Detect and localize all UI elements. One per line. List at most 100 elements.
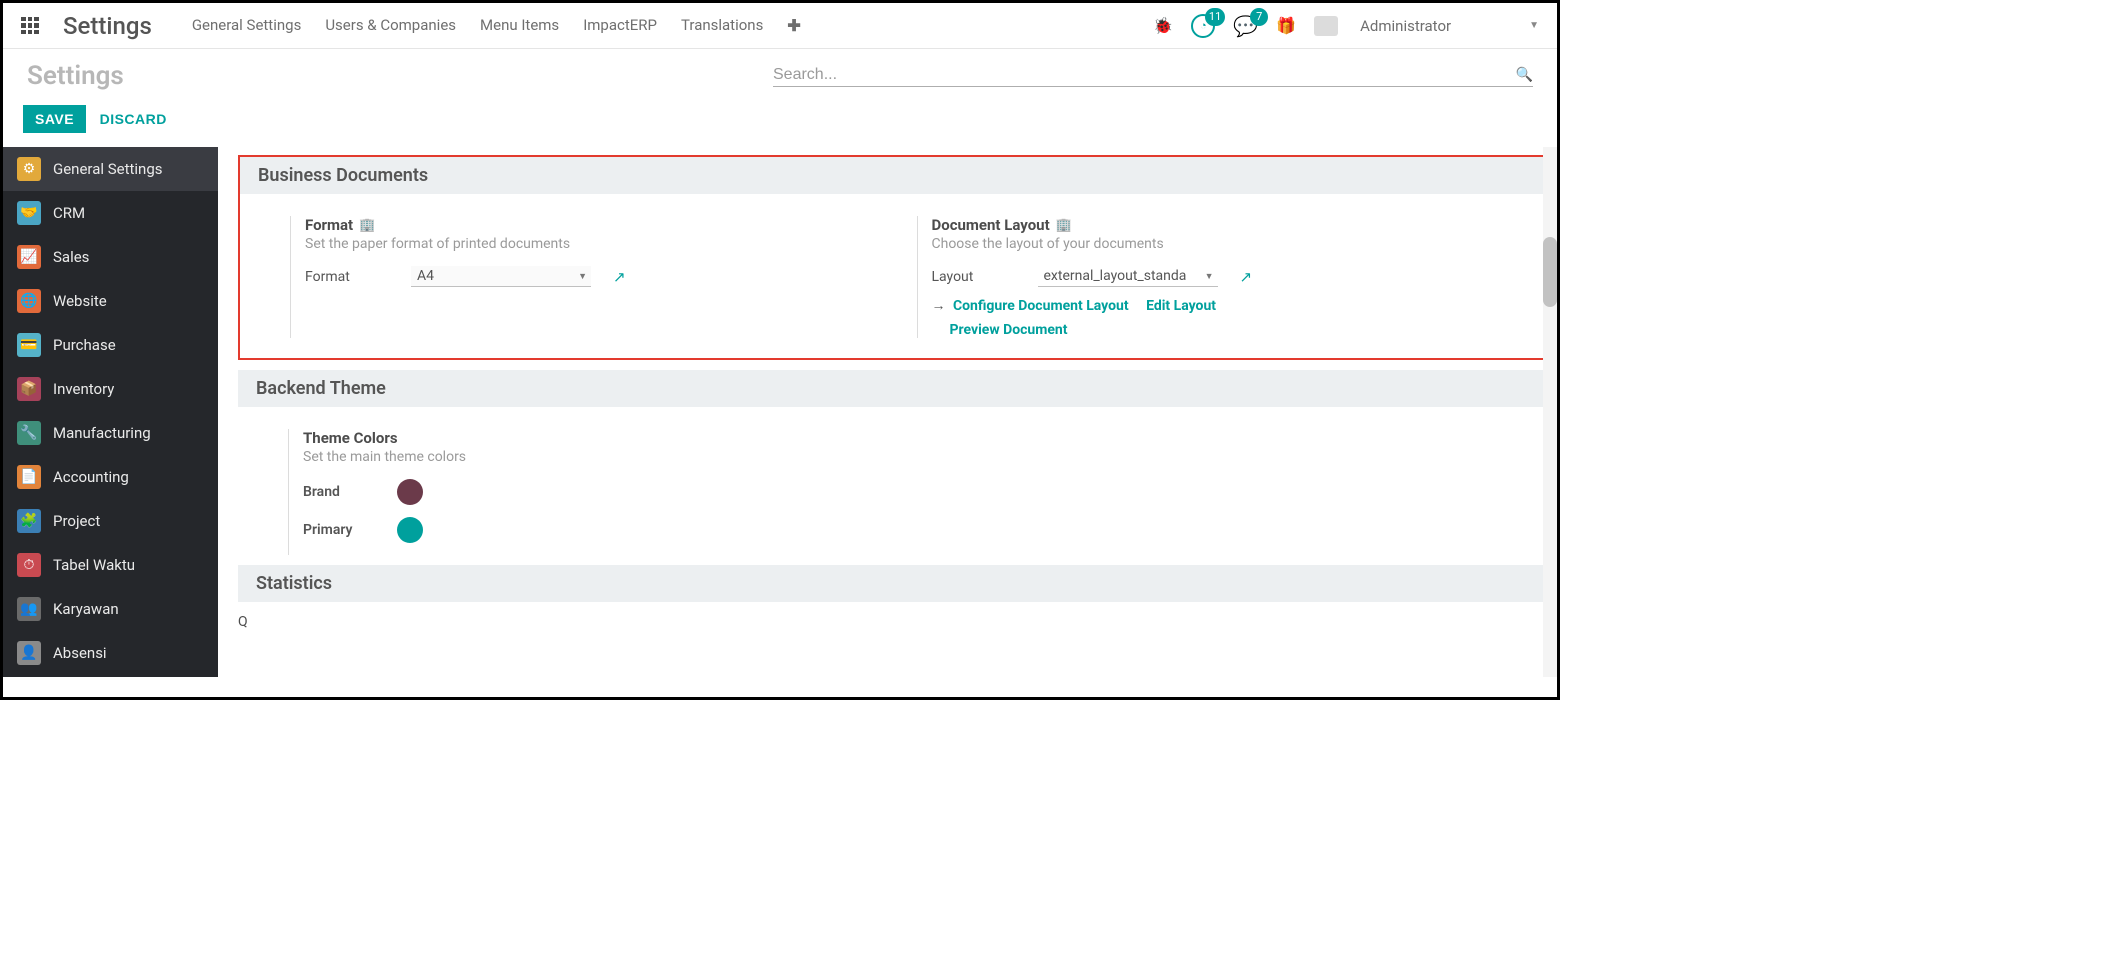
sidebar-item-label: CRM xyxy=(53,204,85,222)
sidebar: ⚙ General Settings 🤝 CRM 📈 Sales 🌐 Websi… xyxy=(3,147,218,677)
format-select[interactable]: A4 ▼ xyxy=(411,266,591,287)
section-header-backend-theme: Backend Theme xyxy=(238,370,1545,407)
primary-label: Primary xyxy=(303,522,383,538)
sidebar-item-purchase[interactable]: 💳 Purchase xyxy=(3,323,218,367)
avatar[interactable] xyxy=(1314,16,1338,36)
sidebar-item-label: Absensi xyxy=(53,644,107,662)
nav-menu: General Settings Users & Companies Menu … xyxy=(192,16,801,35)
sidebar-item-manufacturing[interactable]: 🔧 Manufacturing xyxy=(3,411,218,455)
top-navbar: Settings General Settings Users & Compan… xyxy=(3,3,1557,49)
content-scrollbar-track xyxy=(1543,147,1557,677)
sidebar-item-tabel-waktu[interactable]: ⏱ Tabel Waktu xyxy=(3,543,218,587)
sidebar-item-general-settings[interactable]: ⚙ General Settings xyxy=(3,147,218,191)
messages-icon[interactable]: 💬 7 xyxy=(1233,14,1258,38)
arrow-right-icon: → xyxy=(932,298,946,314)
page-title: Settings xyxy=(27,61,124,91)
nav-users-companies[interactable]: Users & Companies xyxy=(325,16,456,35)
stopwatch-icon: ⏱ xyxy=(17,553,41,577)
people-icon: 👥 xyxy=(17,597,41,621)
sidebar-item-crm[interactable]: 🤝 CRM xyxy=(3,191,218,235)
sidebar-item-website[interactable]: 🌐 Website xyxy=(3,279,218,323)
theme-colors-block: Theme Colors Set the main theme colors B… xyxy=(288,429,894,555)
sidebar-item-label: General Settings xyxy=(53,160,163,178)
building-icon: 🏢 xyxy=(359,218,375,233)
page-title-row: Settings 🔍 xyxy=(3,49,1557,91)
format-external-link-icon[interactable]: ↗ xyxy=(613,268,626,286)
layout-title: Document Layout xyxy=(932,216,1050,234)
discard-button[interactable]: DISCARD xyxy=(100,111,167,127)
section-header-business-documents: Business Documents xyxy=(240,157,1543,194)
top-icons: 🐞 ◔ 11 💬 7 🎁 Administrator ▼ xyxy=(1153,14,1539,38)
nav-add-icon[interactable]: ✚ xyxy=(787,16,800,35)
nav-translations[interactable]: Translations xyxy=(681,16,763,35)
nav-menu-items[interactable]: Menu Items xyxy=(480,16,559,35)
sidebar-item-label: Project xyxy=(53,512,100,530)
primary-color-dot[interactable] xyxy=(397,517,423,543)
sidebar-item-sales[interactable]: 📈 Sales xyxy=(3,235,218,279)
wrench-icon: 🔧 xyxy=(17,421,41,445)
action-row: SAVE DISCARD xyxy=(3,91,1557,147)
sidebar-item-label: Sales xyxy=(53,248,89,266)
business-documents-highlight: Business Documents Format 🏢 Set the pape… xyxy=(238,155,1545,360)
sidebar-item-project[interactable]: 🧩 Project xyxy=(3,499,218,543)
theme-colors-desc: Set the main theme colors xyxy=(303,449,894,465)
gift-icon[interactable]: 🎁 xyxy=(1276,16,1296,35)
building-icon: 🏢 xyxy=(1056,218,1072,233)
activity-icon[interactable]: ◔ 11 xyxy=(1191,14,1215,38)
sidebar-item-label: Manufacturing xyxy=(53,424,151,442)
bug-icon[interactable]: 🐞 xyxy=(1153,16,1173,35)
apps-launcher-icon[interactable] xyxy=(21,17,39,35)
layout-external-link-icon[interactable]: ↗ xyxy=(1240,268,1253,286)
layout-select[interactable]: external_layout_standa ▼ xyxy=(1038,266,1218,287)
sidebar-item-label: Tabel Waktu xyxy=(53,556,135,574)
format-block: Format 🏢 Set the paper format of printed… xyxy=(290,216,887,338)
chart-icon: 📈 xyxy=(17,245,41,269)
sidebar-item-accounting[interactable]: 📄 Accounting xyxy=(3,455,218,499)
search-icon[interactable]: 🔍 xyxy=(1516,67,1533,83)
edit-layout-link[interactable]: Edit Layout xyxy=(1146,298,1216,314)
sidebar-item-absensi[interactable]: 👤 Absensi xyxy=(3,631,218,675)
user-name[interactable]: Administrator xyxy=(1360,17,1451,35)
content-area: Business Documents Format 🏢 Set the pape… xyxy=(218,147,1557,677)
sidebar-item-karyawan[interactable]: 👥 Karyawan xyxy=(3,587,218,631)
layout-block: Document Layout 🏢 Choose the layout of y… xyxy=(917,216,1514,338)
messages-badge: 7 xyxy=(1250,8,1268,26)
nav-impacterp[interactable]: ImpactERP xyxy=(583,16,657,35)
search-input[interactable] xyxy=(773,66,1510,84)
format-label: Format xyxy=(305,269,395,285)
search-wrap: 🔍 xyxy=(773,66,1533,87)
format-title: Format xyxy=(305,216,353,234)
caret-down-icon: ▼ xyxy=(578,271,587,282)
layout-links: → Configure Document Layout Edit Layout … xyxy=(932,297,1514,338)
sidebar-item-label: Purchase xyxy=(53,336,116,354)
sidebar-item-label: Website xyxy=(53,292,107,310)
preview-document-link[interactable]: Preview Document xyxy=(950,322,1500,338)
brand-color-dot[interactable] xyxy=(397,479,423,505)
theme-colors-title: Theme Colors xyxy=(303,429,398,447)
save-button[interactable]: SAVE xyxy=(23,105,86,133)
box-icon: 📦 xyxy=(17,377,41,401)
card-icon: 💳 xyxy=(17,333,41,357)
document-icon: 📄 xyxy=(17,465,41,489)
app-title: Settings xyxy=(63,12,152,40)
configure-document-layout-link[interactable]: Configure Document Layout xyxy=(953,298,1129,314)
section-header-statistics: Statistics xyxy=(238,565,1545,602)
layout-value: external_layout_standa xyxy=(1044,268,1187,284)
nav-general-settings[interactable]: General Settings xyxy=(192,16,302,35)
user-menu-caret-icon[interactable]: ▼ xyxy=(1529,20,1539,31)
globe-icon: 🌐 xyxy=(17,289,41,313)
layout-desc: Choose the layout of your documents xyxy=(932,236,1514,252)
sidebar-item-label: Inventory xyxy=(53,380,114,398)
format-value: A4 xyxy=(417,268,434,284)
puzzle-icon: 🧩 xyxy=(17,509,41,533)
sidebar-item-label: Accounting xyxy=(53,468,129,486)
activity-badge: 11 xyxy=(1205,8,1225,26)
format-desc: Set the paper format of printed document… xyxy=(305,236,887,252)
gear-icon: ⚙ xyxy=(17,157,41,181)
caret-down-icon: ▼ xyxy=(1205,271,1214,282)
sidebar-item-label: Karyawan xyxy=(53,600,119,618)
content-scrollbar[interactable] xyxy=(1543,237,1557,307)
layout-label: Layout xyxy=(932,269,1022,285)
sidebar-item-inventory[interactable]: 📦 Inventory xyxy=(3,367,218,411)
handshake-icon: 🤝 xyxy=(17,201,41,225)
